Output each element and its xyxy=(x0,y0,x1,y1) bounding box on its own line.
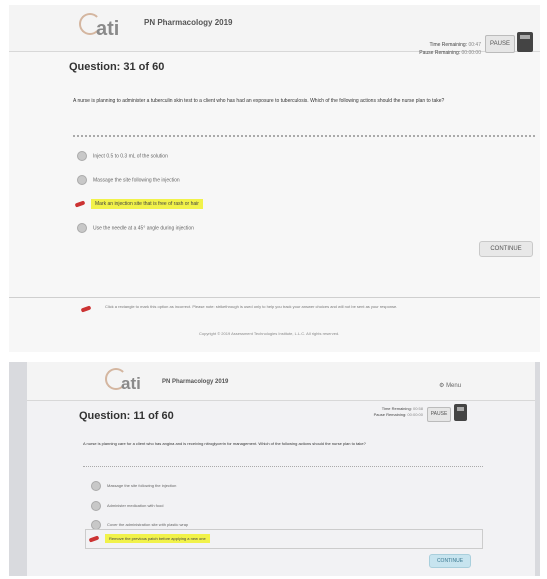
strikethrough-mark-icon[interactable] xyxy=(74,200,86,208)
option-2[interactable]: Massage the site following the injection xyxy=(77,175,180,185)
calculator-icon[interactable] xyxy=(517,32,533,52)
gear-icon[interactable]: ⚙ xyxy=(439,383,444,389)
question-title: Question: 11 of 60 xyxy=(79,410,174,422)
footer-divider xyxy=(9,297,540,298)
radio-icon[interactable] xyxy=(77,223,87,233)
pause-button[interactable]: PAUSE xyxy=(427,407,451,422)
option-label: Massage the site following the injection xyxy=(93,177,180,184)
exam-screen: ati PN Pharmacology 2019 Question: 31 of… xyxy=(9,5,540,352)
user-menu[interactable]: ⚙ Menu xyxy=(439,382,461,389)
radio-icon[interactable] xyxy=(77,151,87,161)
option-label-highlighted: Mark an injection site that is free of r… xyxy=(91,199,203,209)
time-remaining-label: Time Remaining: xyxy=(429,42,468,48)
option-label-highlighted: Remove the previous patch before applyin… xyxy=(105,534,210,543)
option-4[interactable]: Use the needle at a 45° angle during inj… xyxy=(77,223,194,233)
course-title: PN Pharmacology 2019 xyxy=(162,379,229,385)
time-remaining-label: Time Remaining: xyxy=(381,406,412,411)
header-bar: ati PN Pharmacology 2019 ⚙ Menu xyxy=(27,362,535,401)
footer-notice: Click a rectangle to mark this option as… xyxy=(105,304,398,309)
screenshot-photo-1: ati PN Pharmacology 2019 Question: 31 of… xyxy=(9,5,540,352)
copyright: Copyright © 2019 Assessment Technologies… xyxy=(199,331,340,336)
pause-remaining-value: 00:00:00 xyxy=(407,412,423,417)
question-stem: A nurse is planning to administer a tube… xyxy=(73,98,445,104)
question-title: Question: 31 of 60 xyxy=(69,61,165,73)
option-label: Administer medication with food xyxy=(107,503,164,509)
logo: ati xyxy=(121,374,141,393)
time-remaining-value: 00:47 xyxy=(468,42,481,48)
user-menu-label: Menu xyxy=(446,383,462,389)
option-2[interactable]: Administer medication with food xyxy=(91,501,163,511)
option-4-selected[interactable]: Remove the previous patch before applyin… xyxy=(88,534,210,544)
question-stem: A nurse is planning care for a client wh… xyxy=(83,441,366,446)
continue-button[interactable]: CONTINUE xyxy=(479,241,533,257)
radio-icon[interactable] xyxy=(91,501,101,511)
separator-dots xyxy=(83,466,483,467)
option-1[interactable]: Inject 0.5 to 0.3 mL of the solution xyxy=(77,151,168,161)
radio-icon[interactable] xyxy=(77,175,87,185)
logo: ati xyxy=(96,18,120,40)
strikethrough-mark-icon[interactable] xyxy=(88,535,100,543)
continue-button[interactable]: CONTINUE xyxy=(429,554,471,568)
calculator-icon[interactable] xyxy=(454,404,467,421)
separator-dots xyxy=(73,135,535,137)
option-1[interactable]: Massage the site following the injection xyxy=(91,481,176,491)
time-remaining-value: 00:58 xyxy=(412,406,423,411)
option-label: Massage the site following the injection xyxy=(107,483,177,489)
option-label: Cover the administration site with plast… xyxy=(107,522,189,528)
pause-remaining-value: 00:00:00 xyxy=(461,50,481,56)
pause-remaining-label: Pause Remaining: xyxy=(373,412,407,417)
strikethrough-mark-icon xyxy=(80,305,92,313)
exam-screen: ati PN Pharmacology 2019 ⚙ Menu Question… xyxy=(27,362,535,576)
radio-icon[interactable] xyxy=(91,481,101,491)
pause-button[interactable]: PAUSE xyxy=(485,35,515,53)
time-remaining: Time Remaining: 00:58 Pause Remaining: 0… xyxy=(327,406,423,418)
screenshot-photo-2: ati PN Pharmacology 2019 ⚙ Menu Question… xyxy=(9,362,540,576)
time-remaining: Time Remaining: 00:47 Pause Remaining: 0… xyxy=(389,41,481,57)
option-label: Inject 0.5 to 0.3 mL of the solution xyxy=(93,153,168,160)
course-title: PN Pharmacology 2019 xyxy=(144,18,233,27)
option-3-selected[interactable]: Mark an injection site that is free of r… xyxy=(74,199,203,209)
pause-remaining-label: Pause Remaining: xyxy=(419,50,461,56)
option-label: Use the needle at a 45° angle during inj… xyxy=(93,225,194,232)
